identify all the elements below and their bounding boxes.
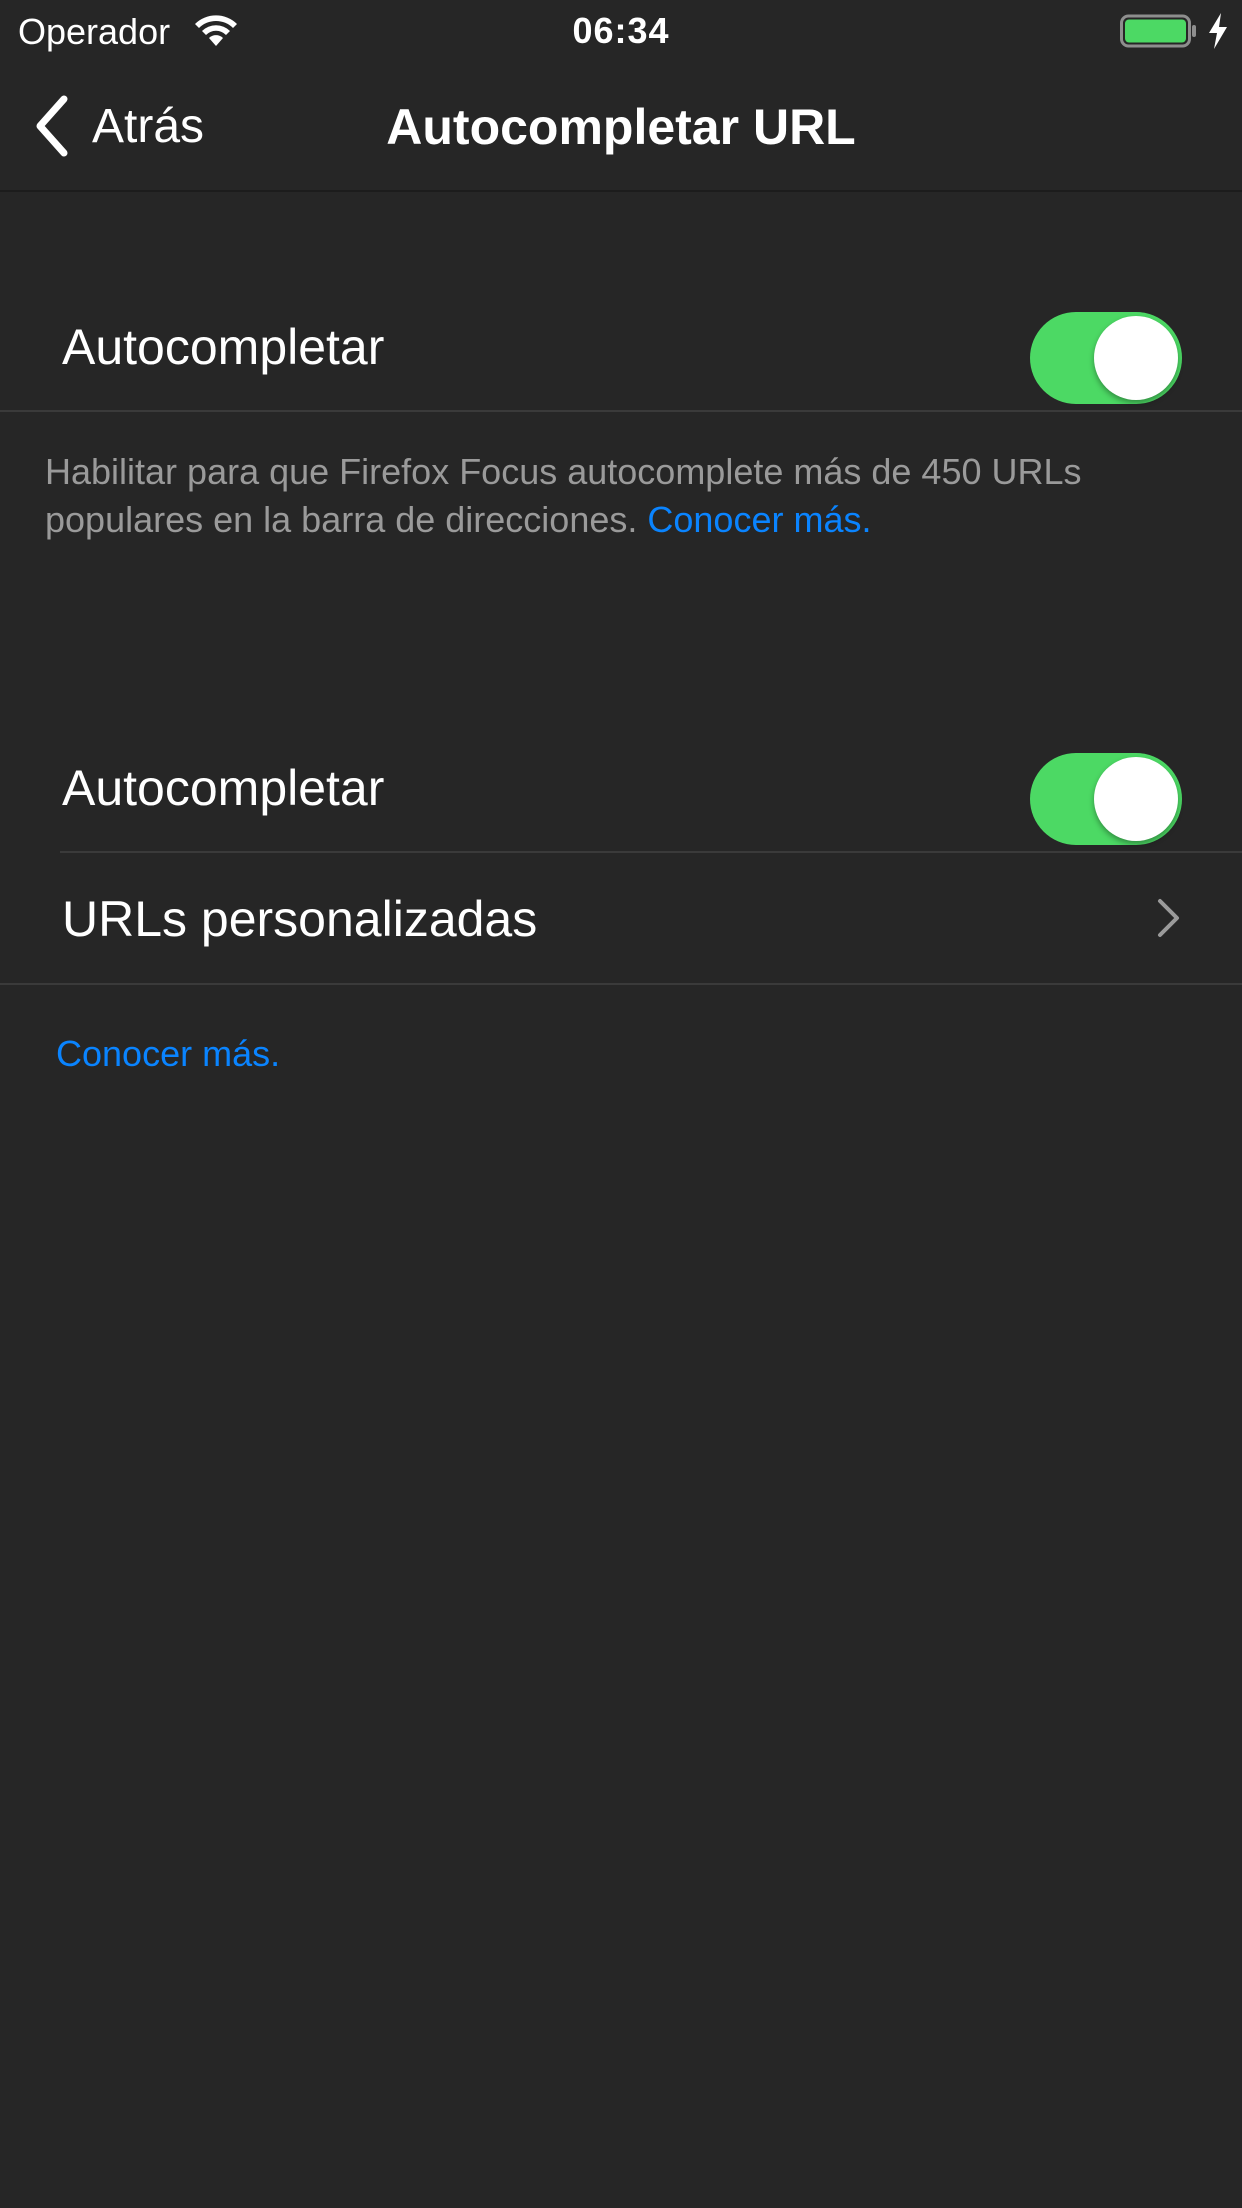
toggle-knob — [1094, 757, 1178, 841]
custom-autocomplete-toggle[interactable] — [1030, 753, 1182, 845]
status-bar: Operador 06:34 — [0, 0, 1242, 62]
custom-autocomplete-row: Autocompletar — [0, 723, 1242, 853]
description-text: Habilitar para que Firefox Focus autocom… — [45, 451, 1082, 540]
custom-autocomplete-section: Autocompletar URLs personalizadas — [0, 723, 1242, 985]
learn-more-link[interactable]: Conocer más. — [56, 1030, 280, 1078]
battery-icon — [1120, 14, 1196, 48]
chevron-right-icon — [1158, 899, 1179, 937]
settings-content: Autocompletar Habilitar para que Firefox… — [0, 192, 1242, 2208]
row-divider — [0, 410, 1242, 412]
row-divider — [0, 983, 1242, 985]
autocomplete-label: Autocompletar — [62, 319, 385, 375]
settings-screen: Operador 06:34 Atrás Autocompletar URL A… — [0, 0, 1242, 2208]
learn-more-link[interactable]: Conocer más. — [647, 499, 871, 540]
navigation-bar: Atrás Autocompletar URL — [0, 62, 1242, 192]
custom-urls-row[interactable]: URLs personalizadas — [0, 853, 1242, 985]
autocomplete-toggle[interactable] — [1030, 312, 1182, 404]
clock: 06:34 — [572, 10, 670, 51]
autocomplete-section: Autocompletar — [0, 282, 1242, 412]
toggle-knob — [1094, 316, 1178, 400]
custom-autocomplete-label: Autocompletar — [62, 760, 385, 816]
charging-icon — [1209, 13, 1227, 49]
autocomplete-description: Habilitar para que Firefox Focus autocom… — [45, 448, 1195, 544]
autocomplete-row: Autocompletar — [0, 282, 1242, 412]
page-title: Autocompletar URL — [386, 99, 856, 155]
custom-urls-label: URLs personalizadas — [62, 891, 538, 947]
